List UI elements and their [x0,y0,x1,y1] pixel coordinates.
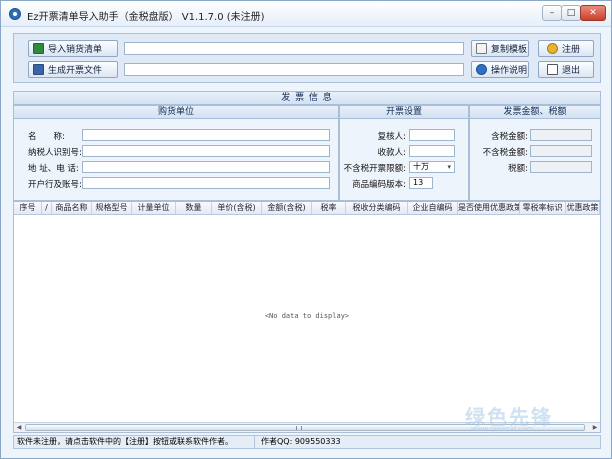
grip-icon [296,426,302,430]
exit-button[interactable]: 退出 [538,61,594,78]
import-list-label: 导入销货清单 [48,45,103,55]
status-divider [254,436,255,448]
empty-grid-message: <No data to display> [264,312,350,320]
register-button[interactable]: 注册 [538,40,594,57]
buyer-bank-label: 开户行及账号: [28,180,82,190]
payee-input[interactable] [409,145,455,157]
code-version-label: 商品编码版本: [352,180,406,190]
col-header[interactable]: 计量单位 [132,202,176,214]
generate-invoice-label: 生成开票文件 [48,66,103,76]
copy-template-label: 复制模板 [491,45,528,55]
excel-icon [33,43,44,54]
excl-tax-value [530,145,592,157]
col-header[interactable]: 商品名称 [52,202,92,214]
col-header[interactable]: 优惠政策 [566,202,600,214]
buyer-bank-input[interactable] [82,177,330,189]
amounts-group: 发票金额、税额 含税金额: 不含税金额: 税额: [469,105,601,201]
copy-icon [476,43,487,54]
incl-tax-value [530,129,592,141]
save-icon [33,64,44,75]
help-icon [476,64,487,75]
col-header[interactable]: 规格型号 [92,202,132,214]
exit-icon [547,64,558,75]
help-button[interactable]: 操作说明 [471,61,529,78]
registration-status: 软件未注册，请点击软件中的【注册】按钮或联系软件作者。 [17,437,233,446]
status-bar: 软件未注册，请点击软件中的【注册】按钮或联系软件作者。 作者QQ: 909550… [13,435,601,449]
goods-grid[interactable]: 序号 / 商品名称 规格型号 计量单位 数量 单价(含税) 金额(含税) 税率 … [13,201,601,433]
limit-select[interactable]: 十万 ▾ [409,161,455,173]
exit-label: 退出 [562,66,581,76]
buyer-address-label: 地 址、电 话: [28,164,79,174]
author-contact: 作者QQ: 909550333 [261,437,341,446]
tax-value [530,161,592,173]
watermark-url: www.greenxf.com [471,425,534,433]
col-header[interactable]: 数量 [176,202,212,214]
import-list-button[interactable]: 导入销货清单 [28,40,118,57]
col-header[interactable]: 税收分类编码 [346,202,408,214]
copy-template-button[interactable]: 复制模板 [471,40,529,57]
buyer-name-label: 名 称: [28,132,65,142]
col-header[interactable]: 是否使用优惠政策 [458,202,520,214]
buyer-name-input[interactable] [82,129,330,141]
import-path-field[interactable] [124,42,464,55]
limit-label: 不含税开票限额: [343,164,406,174]
scroll-right-icon[interactable]: ▶ [590,423,600,432]
payee-label: 收款人: [377,148,406,158]
col-header[interactable]: 单价(含税) [212,202,262,214]
amounts-group-title: 发票金额、税额 [470,106,600,119]
limit-value: 十万 [413,162,429,171]
app-logo-icon [9,8,21,20]
scroll-left-icon[interactable]: ◀ [14,423,24,432]
reviewer-input[interactable] [409,129,455,141]
incl-tax-label: 含税金额: [491,132,528,142]
buyer-tax-id-input[interactable] [82,145,330,157]
col-header[interactable]: 金额(含税) [262,202,312,214]
help-label: 操作说明 [491,66,528,76]
buyer-group-title: 购货单位 [14,106,338,119]
app-window: Ez开票清单导入助手（金税盘版） V1.1.7.0 (未注册) – □ ✕ 导入… [0,0,612,459]
invoice-info-title: 发 票 信 息 [13,91,601,105]
output-path-field[interactable] [124,63,464,76]
close-button[interactable]: ✕ [580,5,606,21]
col-header[interactable]: 零税率标识 [520,202,566,214]
col-header[interactable]: 序号 [14,202,42,214]
buyer-address-input[interactable] [82,161,330,173]
col-header[interactable]: 税率 [312,202,346,214]
code-version-input[interactable]: 13 [409,177,433,189]
settings-group: 开票设置 复核人: 收款人: 不含税开票限额: 十万 ▾ 商品编码版本: 13 [339,105,469,201]
buyer-group: 购货单位 名 称: 纳税人识别号: 地 址、电 话: 开户行及账号: [13,105,339,201]
tax-label: 税额: [508,164,528,174]
buyer-tax-id-label: 纳税人识别号: [28,148,82,158]
excl-tax-label: 不含税金额: [482,148,528,158]
title-bar[interactable]: Ez开票清单导入助手（金税盘版） V1.1.7.0 (未注册) – □ ✕ [1,1,611,27]
maximize-button[interactable]: □ [561,5,581,21]
col-header[interactable]: 企业自编码 [408,202,458,214]
minimize-button[interactable]: – [542,5,562,21]
chevron-down-icon: ▾ [447,163,451,171]
reviewer-label: 复核人: [377,132,406,142]
window-title: Ez开票清单导入助手（金税盘版） V1.1.7.0 (未注册) [27,12,265,23]
key-icon [547,43,558,54]
settings-group-title: 开票设置 [340,106,468,119]
register-label: 注册 [562,45,581,55]
col-header[interactable]: / [42,202,52,214]
file-toolbar: 导入销货清单 生成开票文件 复制模板 操作说明 注册 退出 [13,33,601,83]
grid-header: 序号 / 商品名称 规格型号 计量单位 数量 单价(含税) 金额(含税) 税率 … [14,202,600,215]
generate-invoice-button[interactable]: 生成开票文件 [28,61,118,78]
